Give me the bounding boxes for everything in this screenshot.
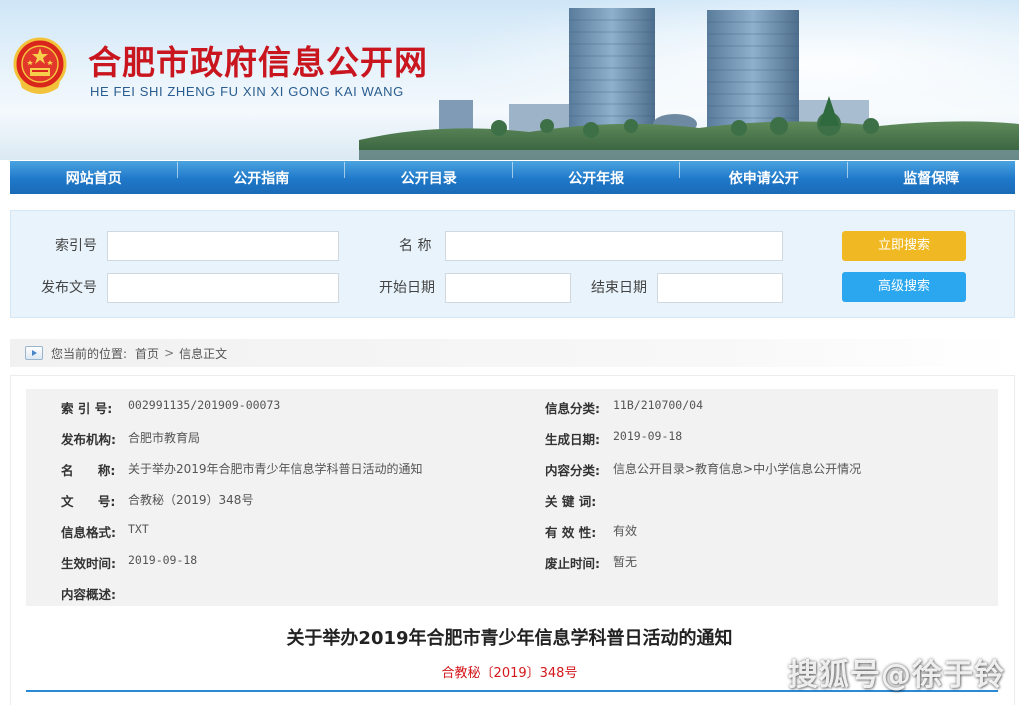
index-no-value: 002991135/201909-00073 (128, 398, 281, 412)
category-value: 11B/210700/04 (613, 398, 704, 412)
effective-date-value: 2019-09-18 (128, 553, 198, 567)
format-key: 信息格式: (61, 525, 116, 540)
doc-no-input[interactable] (107, 273, 339, 303)
validity-key: 有 效 性: (545, 525, 597, 540)
content-class-value: 信息公开目录>教育信息>中小学信息公开情况 (613, 462, 862, 476)
index-no-input[interactable] (107, 231, 339, 261)
keywords-key: 关 键 词: (545, 494, 597, 509)
format-value: TXT (128, 522, 149, 536)
created-date-key: 生成日期: (545, 432, 600, 447)
breadcrumb: 您当前的位置: 首页 > 信息正文 (10, 339, 1015, 367)
summary-key: 内容概述: (61, 587, 116, 602)
sohu-watermark: 搜狐号@徐于铃 (788, 658, 1005, 693)
index-no-label: 索引号 (55, 238, 97, 254)
article-title: 关于举办2019年合肥市青少年信息学科普日活动的通知 (286, 628, 733, 649)
doc-no-key: 文 号: (61, 494, 116, 509)
header-banner: 合肥市政府信息公开网 HE FEI SHI ZHENG FU XIN XI GO… (0, 0, 1019, 160)
nav-apply-disclosure[interactable]: 依申请公开 (680, 161, 848, 188)
repeal-date-key: 废止时间: (545, 556, 600, 571)
info-metadata-table: 索 引 号: 002991135/201909-00073 信息分类: 11B/… (26, 389, 998, 606)
created-date-value: 2019-09-18 (613, 429, 683, 443)
doc-no-label: 发布文号 (41, 280, 97, 296)
breadcrumb-prefix: 您当前的位置: (51, 346, 128, 361)
name-key: 名 称: (61, 463, 116, 478)
national-emblem-icon (13, 37, 67, 94)
table-row: 发布机构: 合肥市教育局 生成日期: 2019-09-18 (26, 420, 998, 451)
repeal-date-value: 暂无 (613, 555, 638, 569)
table-row: 信息格式: TXT 有 效 性: 有效 (26, 513, 998, 544)
table-row: 生效时间: 2019-09-18 废止时间: 暂无 (26, 544, 998, 575)
start-date-input[interactable] (445, 273, 571, 303)
publisher-value: 合肥市教育局 (128, 431, 201, 445)
end-date-input[interactable] (657, 273, 783, 303)
end-date-label: 结束日期 (591, 280, 647, 296)
nav-home[interactable]: 网站首页 (10, 161, 178, 188)
breadcrumb-separator-icon: > (164, 346, 175, 360)
start-date-label: 开始日期 (379, 280, 435, 296)
doc-no-value: 合教秘（2019）348号 (128, 493, 254, 507)
nav-supervision[interactable]: 监督保障 (848, 168, 1016, 188)
location-arrow-icon (25, 346, 43, 360)
breadcrumb-home-link[interactable]: 首页 (135, 345, 159, 362)
search-panel: 索引号 名 称 立即搜索 发布文号 开始日期 结束日期 高级搜索 (10, 210, 1015, 318)
name-value: 关于举办2019年合肥市青少年信息学科普日活动的通知 (128, 462, 423, 476)
main-navigation: 网站首页 公开指南 公开目录 公开年报 依申请公开 监督保障 (10, 161, 1015, 194)
search-button[interactable]: 立即搜索 (842, 231, 966, 261)
city-skyline-illustration (359, 8, 1019, 160)
content-class-key: 内容分类: (545, 463, 600, 478)
table-row: 文 号: 合教秘（2019）348号 关 键 词: (26, 482, 998, 513)
site-pinyin: HE FEI SHI ZHENG FU XIN XI GONG KAI WANG (90, 84, 404, 99)
breadcrumb-current: 信息正文 (179, 346, 228, 361)
nav-annual-report[interactable]: 公开年报 (513, 161, 681, 188)
table-row: 名 称: 关于举办2019年合肥市青少年信息学科普日活动的通知 内容分类: 信息… (26, 451, 998, 482)
index-no-key: 索 引 号: (61, 401, 113, 416)
name-input[interactable] (445, 231, 783, 261)
nav-catalog[interactable]: 公开目录 (345, 161, 513, 188)
publisher-key: 发布机构: (61, 432, 116, 447)
advanced-search-button[interactable]: 高级搜索 (842, 272, 966, 302)
table-row: 内容概述: (26, 575, 998, 606)
category-key: 信息分类: (545, 401, 600, 416)
effective-date-key: 生效时间: (61, 556, 116, 571)
nav-guide[interactable]: 公开指南 (178, 161, 346, 188)
name-label: 名 称 (399, 238, 432, 254)
table-row: 索 引 号: 002991135/201909-00073 信息分类: 11B/… (26, 389, 998, 420)
validity-value: 有效 (613, 524, 638, 538)
